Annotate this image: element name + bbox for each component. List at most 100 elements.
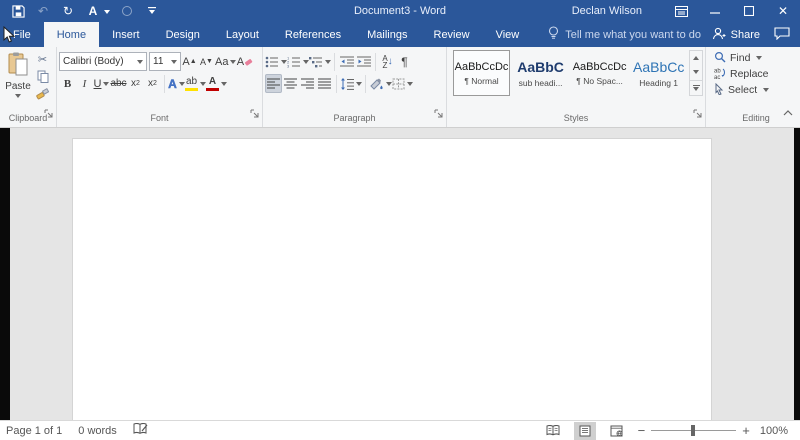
style-heading-1[interactable]: AaBbCc Heading 1 bbox=[630, 50, 687, 96]
clear-formatting-button[interactable]: A bbox=[236, 52, 253, 71]
chevron-down-icon[interactable] bbox=[104, 7, 110, 16]
font-color-swatch bbox=[206, 88, 219, 91]
replace-label: Replace bbox=[730, 68, 769, 80]
styles-scroll-up-icon[interactable] bbox=[690, 51, 702, 65]
format-painter-button[interactable] bbox=[34, 86, 51, 101]
style-sub-heading[interactable]: AaBbC sub headi... bbox=[512, 50, 569, 96]
grow-font-button[interactable]: A▲ bbox=[181, 52, 198, 71]
shading-button[interactable] bbox=[369, 74, 392, 93]
chevron-down-icon bbox=[171, 60, 177, 64]
tab-references[interactable]: References bbox=[272, 22, 354, 47]
paste-icon bbox=[7, 52, 29, 81]
font-color-button[interactable]: A bbox=[206, 74, 227, 93]
change-case-button[interactable]: Aa bbox=[215, 52, 236, 71]
tab-home[interactable]: Home bbox=[44, 22, 99, 47]
tab-layout[interactable]: Layout bbox=[213, 22, 272, 47]
read-mode-icon[interactable] bbox=[542, 422, 564, 440]
zoom-slider-thumb[interactable] bbox=[691, 425, 695, 436]
numbering-button[interactable]: 123 bbox=[287, 52, 309, 71]
ribbon-display-options-icon[interactable] bbox=[664, 0, 698, 22]
align-left-button[interactable] bbox=[265, 74, 282, 93]
styles-gallery-more-icon[interactable] bbox=[690, 80, 702, 95]
zoom-level[interactable]: 100% bbox=[760, 425, 788, 437]
clipboard-dialog-launcher-icon[interactable] bbox=[44, 105, 53, 123]
chevron-down-icon bbox=[763, 88, 769, 92]
show-hide-pilcrow-button[interactable]: ¶ bbox=[396, 52, 413, 71]
cut-button[interactable]: ✂ bbox=[34, 52, 51, 67]
separator bbox=[336, 75, 337, 93]
sort-button[interactable]: AZ ↓ bbox=[379, 52, 396, 71]
proofing-icon[interactable] bbox=[133, 423, 148, 438]
borders-button[interactable] bbox=[392, 74, 413, 93]
page-count[interactable]: Page 1 of 1 bbox=[6, 425, 62, 437]
font-group-label: Font bbox=[59, 112, 260, 127]
close-button[interactable]: ✕ bbox=[766, 0, 800, 22]
line-spacing-button[interactable] bbox=[340, 74, 362, 93]
collapse-ribbon-icon[interactable] bbox=[783, 103, 793, 121]
paste-button[interactable]: Paste bbox=[2, 50, 34, 101]
tab-review[interactable]: Review bbox=[421, 22, 483, 47]
underline-button[interactable]: U bbox=[93, 74, 110, 93]
bullets-button[interactable] bbox=[265, 52, 287, 71]
minimize-button[interactable] bbox=[698, 0, 732, 22]
redo-icon[interactable]: ↻ bbox=[60, 3, 76, 19]
font-dialog-launcher-icon[interactable] bbox=[250, 105, 259, 123]
strikethrough-button[interactable]: abc bbox=[110, 74, 127, 93]
increase-indent-button[interactable] bbox=[355, 52, 372, 71]
find-button[interactable]: Find bbox=[714, 50, 798, 66]
font-name-combo[interactable]: Calibri (Body) bbox=[59, 52, 147, 71]
select-label: Select bbox=[728, 84, 757, 96]
multilevel-list-button[interactable] bbox=[309, 52, 331, 71]
comments-icon[interactable] bbox=[774, 27, 790, 43]
lightbulb-icon bbox=[548, 26, 559, 43]
title-bar: ↶ ↻ A Document3 - Word Declan Wilson bbox=[0, 0, 800, 22]
text-effects-button[interactable]: A bbox=[168, 74, 185, 93]
tell-me-box[interactable]: Tell me what you want to do bbox=[548, 22, 701, 47]
svg-text:ac: ac bbox=[714, 75, 720, 79]
style-normal[interactable]: AaBbCcDc ¶ Normal bbox=[453, 50, 510, 96]
italic-button[interactable]: I bbox=[76, 74, 93, 93]
bold-button[interactable]: B bbox=[59, 74, 76, 93]
tab-view[interactable]: View bbox=[483, 22, 533, 47]
tab-insert[interactable]: Insert bbox=[99, 22, 153, 47]
decrease-indent-button[interactable] bbox=[338, 52, 355, 71]
signed-in-user[interactable]: Declan Wilson bbox=[572, 5, 642, 17]
shrink-font-button[interactable]: A▼ bbox=[198, 52, 215, 71]
text-highlight-button[interactable]: ab bbox=[185, 74, 206, 93]
word-window: ↶ ↻ A Document3 - Word Declan Wilson bbox=[0, 0, 800, 440]
font-style-icon[interactable]: A bbox=[85, 3, 101, 19]
superscript-button[interactable]: x2 bbox=[144, 74, 161, 93]
print-layout-icon[interactable] bbox=[574, 422, 596, 440]
customize-qat-icon[interactable] bbox=[144, 3, 160, 19]
select-button[interactable]: Select bbox=[714, 82, 798, 98]
document-page[interactable] bbox=[72, 138, 712, 420]
align-right-button[interactable] bbox=[299, 74, 316, 93]
replace-icon: abac bbox=[714, 67, 726, 82]
maximize-button[interactable] bbox=[732, 0, 766, 22]
separator bbox=[334, 53, 335, 71]
word-count[interactable]: 0 words bbox=[78, 425, 117, 437]
styles-scroll-down-icon[interactable] bbox=[690, 65, 702, 79]
copy-button[interactable] bbox=[34, 69, 51, 84]
save-icon[interactable] bbox=[10, 3, 26, 19]
paragraph-group-label: Paragraph bbox=[265, 112, 444, 127]
web-layout-icon[interactable] bbox=[606, 422, 628, 440]
style-no-spacing[interactable]: AaBbCcDc ¶ No Spac... bbox=[571, 50, 628, 96]
justify-button[interactable] bbox=[316, 74, 333, 93]
zoom-out-button[interactable]: − bbox=[638, 423, 646, 438]
tab-mailings[interactable]: Mailings bbox=[354, 22, 420, 47]
zoom-slider-track[interactable] bbox=[651, 430, 736, 431]
ribbon-home: Paste ✂ Clipboard bbox=[0, 47, 800, 128]
paragraph-dialog-launcher-icon[interactable] bbox=[434, 105, 443, 123]
align-center-button[interactable] bbox=[282, 74, 299, 93]
chevron-down-icon bbox=[356, 82, 362, 86]
replace-button[interactable]: abac Replace bbox=[714, 66, 798, 82]
font-size-combo[interactable]: 11 bbox=[149, 52, 181, 71]
ribbon-tab-row: File Home Insert Design Layout Reference… bbox=[0, 22, 800, 47]
share-button[interactable]: Share bbox=[712, 27, 760, 43]
styles-dialog-launcher-icon[interactable] bbox=[693, 105, 702, 123]
zoom-in-button[interactable]: + bbox=[742, 423, 750, 438]
tab-design[interactable]: Design bbox=[153, 22, 213, 47]
subscript-button[interactable]: x2 bbox=[127, 74, 144, 93]
find-label: Find bbox=[730, 52, 750, 64]
